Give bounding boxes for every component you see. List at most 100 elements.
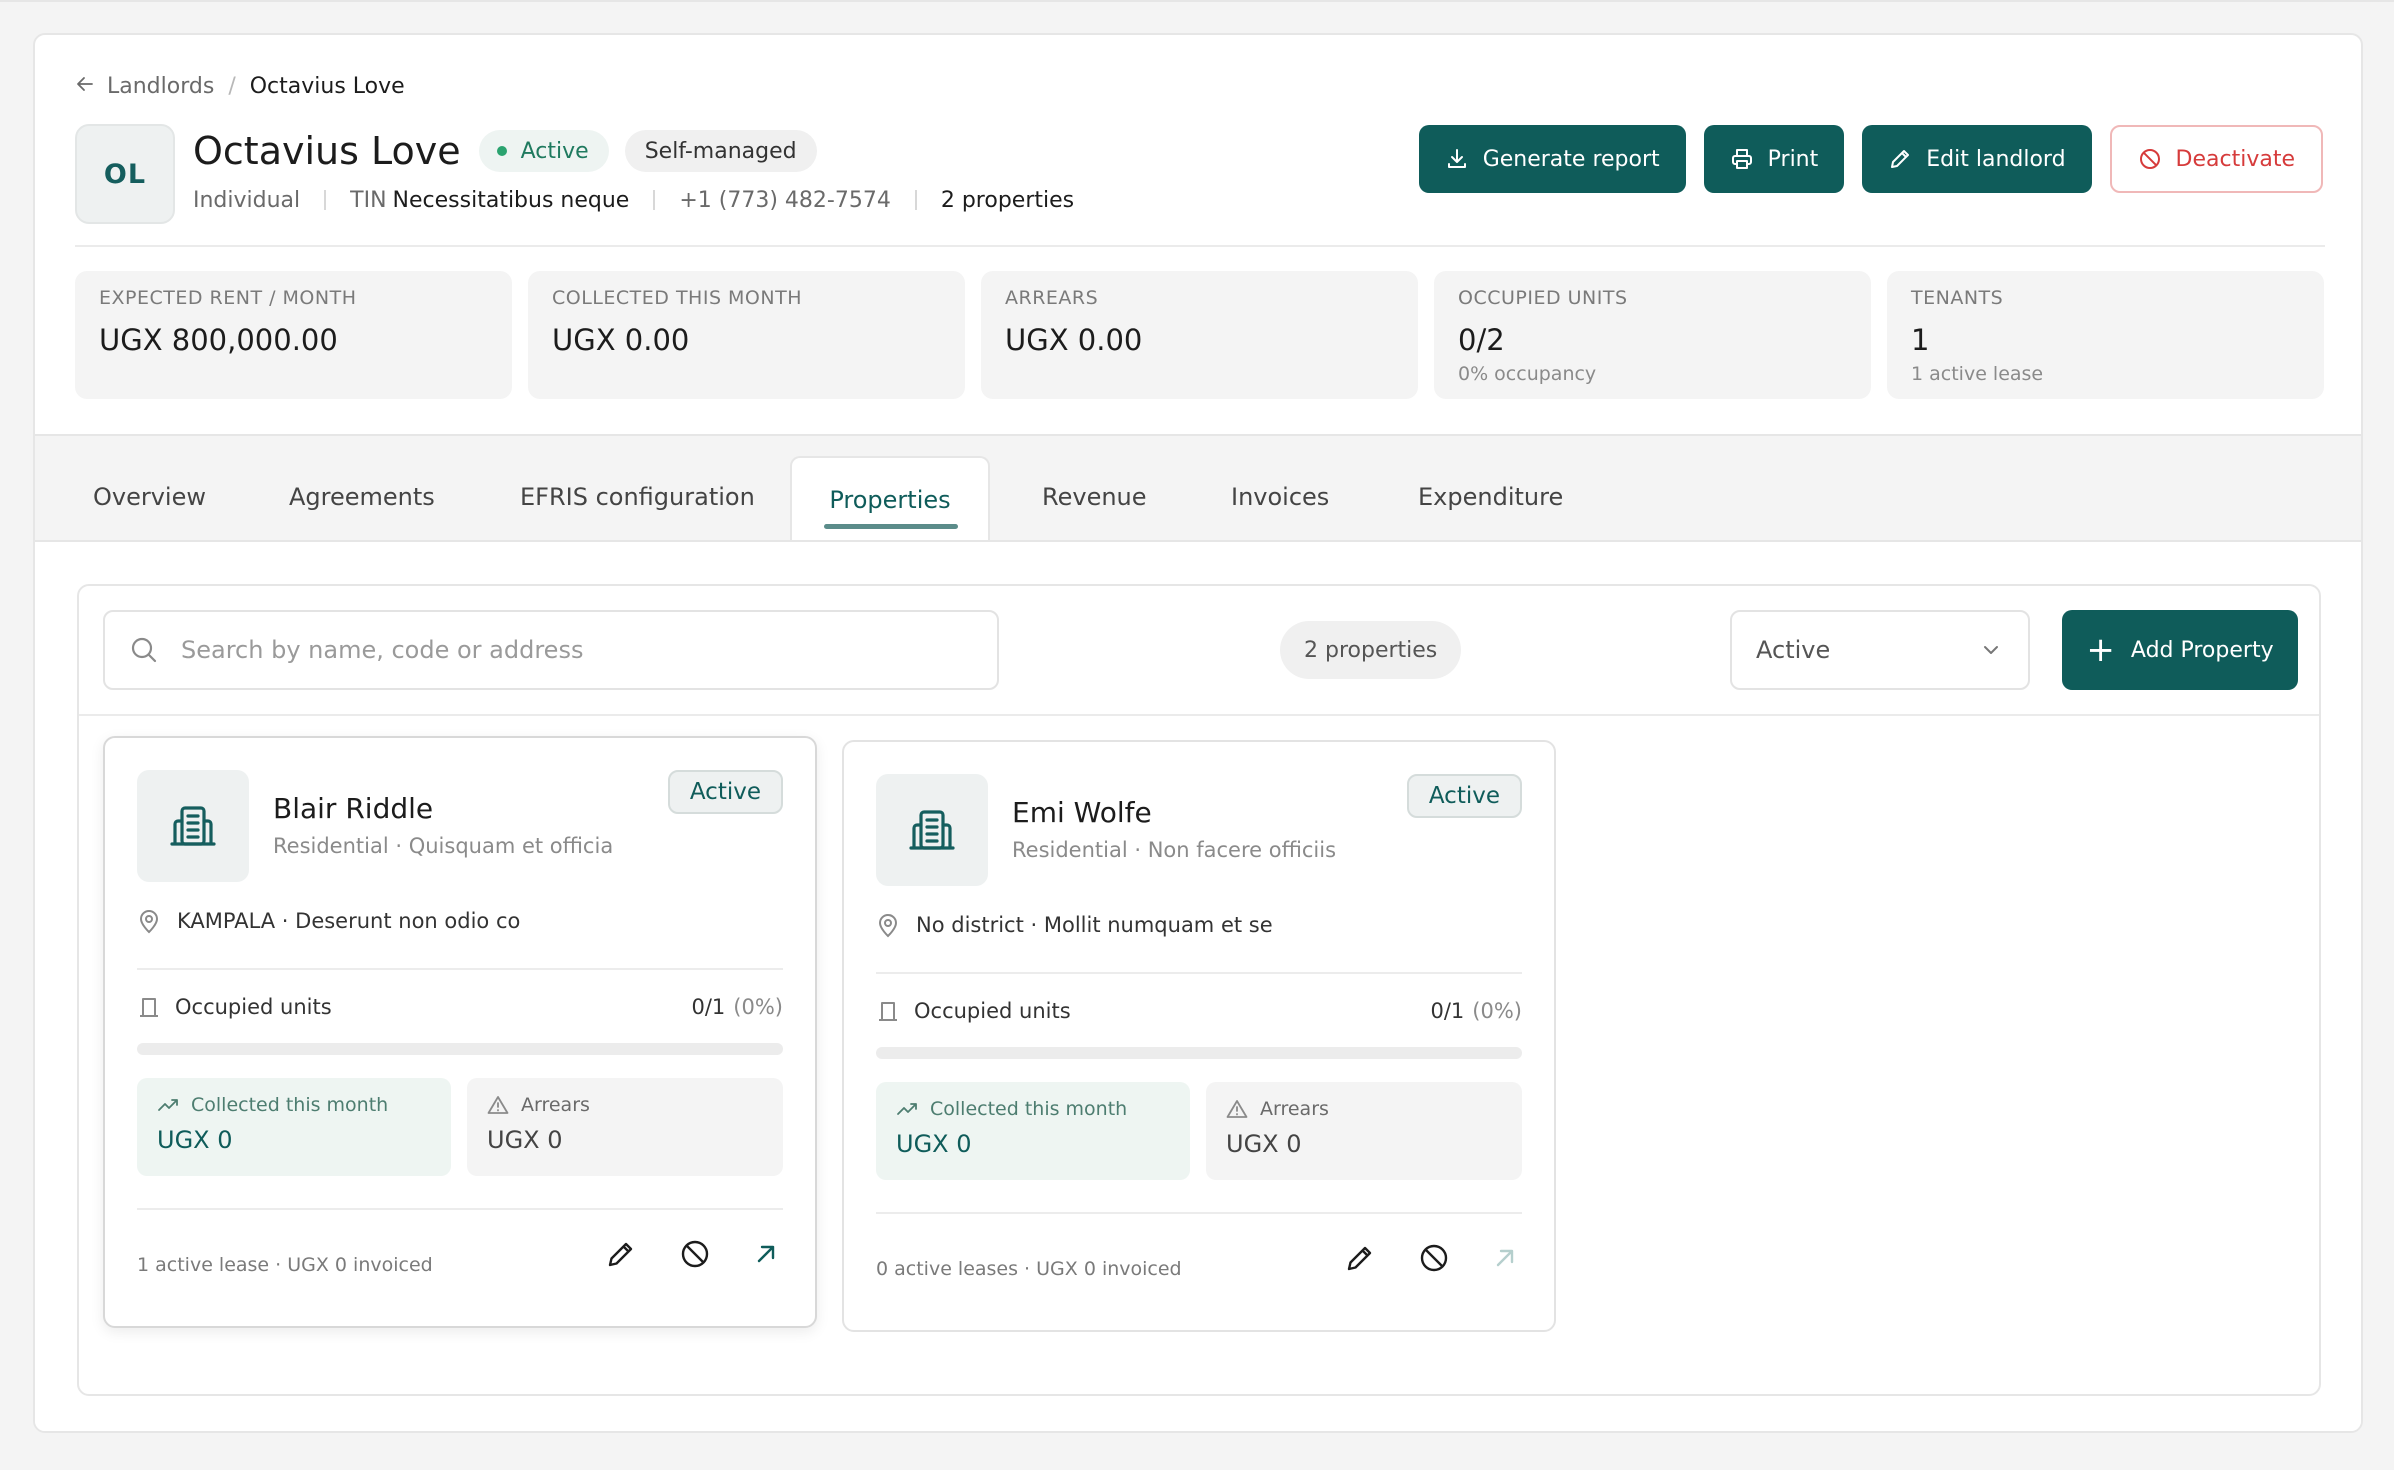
tin-value: Necessitatibus neque (392, 187, 630, 213)
property-location-text: KAMPALA · Deserunt non odio co (177, 909, 521, 933)
property-card[interactable]: Blair Riddle Residential · Quisquam et o… (103, 736, 817, 1328)
meta-divider (324, 190, 327, 210)
occupancy-progress (137, 1043, 783, 1055)
collected-label: Collected this month (930, 1098, 1128, 1120)
arrears-label: Arrears (1260, 1098, 1329, 1120)
add-property-label: Add Property (2130, 637, 2274, 663)
print-label: Print (1767, 146, 1819, 172)
back-arrow-icon[interactable] (75, 72, 95, 100)
properties-container: Search by name, code or address 2 proper… (77, 584, 2321, 1396)
status-badge-label: Active (520, 138, 589, 164)
tab-overview[interactable]: Overview (93, 483, 206, 511)
property-name[interactable]: Emi Wolfe (1012, 796, 1152, 829)
meta-divider (653, 190, 656, 210)
stat-value: UGX 0.00 (552, 323, 690, 357)
stat-label: OCCUPIED UNITS (1458, 287, 1628, 309)
generate-report-label: Generate report (1482, 146, 1660, 172)
meta-divider (914, 190, 917, 210)
tab-bar: Overview Agreements EFRIS configuration … (35, 436, 2361, 542)
search-input[interactable]: Search by name, code or address (103, 610, 999, 690)
property-name[interactable]: Blair Riddle (273, 792, 433, 825)
arrears: Arrears UGX 0 (1206, 1082, 1522, 1180)
card-divider (137, 968, 783, 970)
arrears: Arrears UGX 0 (467, 1078, 783, 1176)
collected-value: UGX 0 (896, 1130, 972, 1158)
pencil-icon (1891, 150, 1910, 168)
stats-row: EXPECTED RENT / MONTH UGX 800,000.00 COL… (75, 271, 2324, 399)
occupancy-row: Occupied units 0/1 (0%) (876, 999, 1522, 1023)
search-placeholder: Search by name, code or address (181, 636, 584, 664)
card-divider (876, 1212, 1522, 1214)
status-badge: Active (478, 130, 609, 172)
edit-landlord-label: Edit landlord (1926, 146, 2066, 172)
generate-report-button[interactable]: Generate report (1418, 125, 1686, 193)
page-top-border (0, 0, 2394, 2)
tab-expenditure[interactable]: Expenditure (1418, 483, 1563, 511)
collected-this-month: Collected this month UGX 0 (137, 1078, 451, 1176)
stat-value: UGX 800,000.00 (99, 323, 338, 357)
occupied-units-value: 0/1 (691, 995, 726, 1019)
ban-icon (2139, 149, 2160, 169)
collected-this-month: Collected this month UGX 0 (876, 1082, 1190, 1180)
landlord-type: Individual (193, 187, 301, 213)
deactivate-button[interactable]: Deactivate (2109, 125, 2323, 193)
tab-efris-configuration[interactable]: EFRIS configuration (520, 483, 755, 511)
property-footer: 0 active leases · UGX 0 invoiced (876, 1258, 1182, 1280)
active-tab-indicator (824, 524, 958, 529)
edit-landlord-button[interactable]: Edit landlord (1862, 125, 2092, 193)
landlord-properties-count: 2 properties (940, 187, 1075, 213)
stat-tenants: TENANTS 1 1 active lease (1887, 271, 2324, 399)
download-icon (1447, 149, 1466, 168)
warning-icon (487, 1096, 509, 1114)
trending-up-icon (897, 1103, 917, 1115)
open-property-arrow-icon[interactable] (753, 1241, 779, 1267)
collected-label: Collected this month (191, 1094, 389, 1116)
deactivate-property-ban-icon[interactable] (1418, 1242, 1450, 1274)
management-badge: Self-managed (624, 130, 817, 172)
occupancy-progress (876, 1047, 1522, 1059)
occupied-units-label: Occupied units (914, 999, 1071, 1023)
building-icon (137, 770, 249, 882)
occupied-units-value: 0/1 (1430, 999, 1465, 1023)
tab-agreements[interactable]: Agreements (289, 483, 435, 511)
arrears-value: UGX 0 (487, 1126, 563, 1154)
arrears-value: UGX 0 (1226, 1130, 1302, 1158)
property-card[interactable]: Emi Wolfe Residential · Non facere offic… (842, 740, 1556, 1332)
card-divider (137, 1208, 783, 1210)
open-property-arrow-icon[interactable] (1492, 1245, 1518, 1271)
print-button[interactable]: Print (1703, 125, 1845, 193)
tab-properties[interactable]: Properties (790, 456, 990, 542)
location-pin-icon (139, 910, 159, 934)
breadcrumb-separator: / (228, 73, 236, 99)
tab-invoices[interactable]: Invoices (1231, 483, 1329, 511)
arrears-label: Arrears (521, 1094, 590, 1116)
landlord-name-row: Octavius Love Active Self-managed (193, 126, 817, 176)
breadcrumb-parent-link[interactable]: Landlords (107, 74, 214, 99)
edit-property-pencil-icon[interactable] (1344, 1242, 1376, 1274)
stat-occupied-units: OCCUPIED UNITS 0/2 0% occupancy (1434, 271, 1871, 399)
card-divider (876, 972, 1522, 974)
occupancy-row: Occupied units 0/1 (0%) (137, 995, 783, 1019)
search-icon (131, 637, 157, 663)
status-filter-select[interactable]: Active (1730, 610, 2030, 690)
stat-label: COLLECTED THIS MONTH (552, 287, 802, 309)
building-icon (876, 774, 988, 886)
property-status-badge: Active (1406, 774, 1522, 818)
occupied-units-label: Occupied units (175, 995, 332, 1019)
deactivate-label: Deactivate (2175, 146, 2295, 172)
status-dot-icon (496, 146, 507, 156)
warning-icon (1226, 1100, 1248, 1118)
status-filter-value: Active (1756, 636, 1831, 664)
page-title: Octavius Love (193, 129, 461, 173)
stat-value: 1 (1911, 323, 1930, 357)
stat-value: UGX 0.00 (1005, 323, 1143, 357)
deactivate-property-ban-icon[interactable] (679, 1238, 711, 1270)
door-icon (140, 998, 158, 1017)
stat-value: 0/2 (1458, 323, 1505, 357)
property-location-text: No district · Mollit numquam et se (916, 913, 1273, 937)
tab-revenue[interactable]: Revenue (1042, 483, 1147, 511)
landlord-meta: Individual TIN Necessitatibus neque +1 (… (193, 185, 1074, 215)
location-pin-icon (878, 914, 898, 938)
add-property-button[interactable]: + Add Property (2062, 610, 2298, 690)
edit-property-pencil-icon[interactable] (605, 1238, 637, 1270)
